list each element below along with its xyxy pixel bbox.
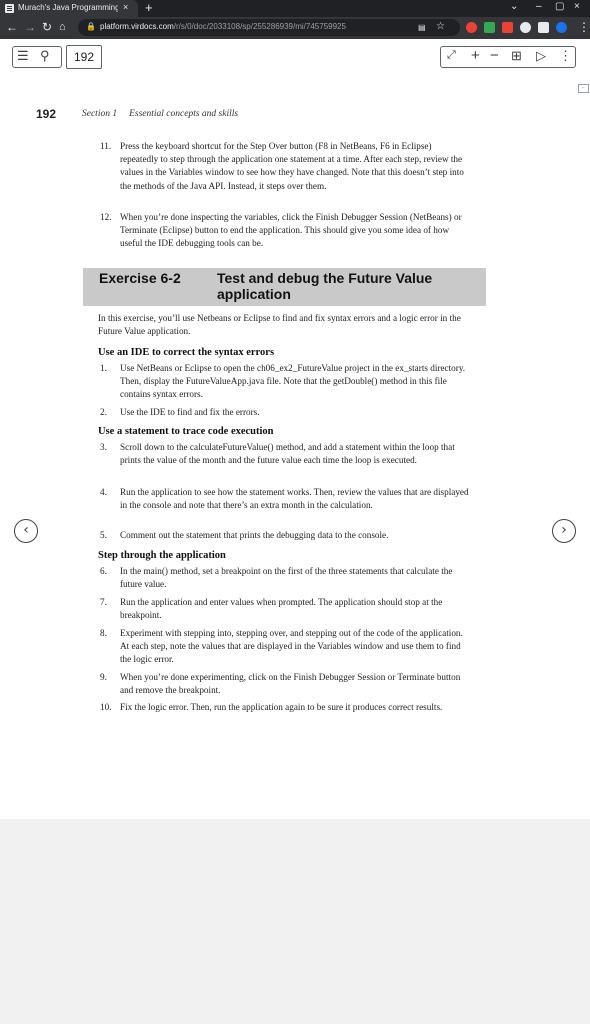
chrome-menu-icon[interactable]: ⋮ <box>578 20 590 34</box>
item-number: 2. <box>100 407 107 417</box>
subheading: Use an IDE to correct the syntax errors <box>98 347 275 358</box>
reader-right-group: ⤢ + − ⊞ ▷ ⋮ <box>440 46 576 68</box>
search-icon[interactable]: ⚲ <box>40 48 50 64</box>
page-corner-icon: ⌐ <box>578 84 589 93</box>
extension-square-icon[interactable] <box>502 22 513 33</box>
lock-icon: 🔒 <box>86 22 96 31</box>
book-icon <box>5 4 14 13</box>
extension-check-icon[interactable] <box>484 22 495 33</box>
item-number: 4. <box>100 487 107 497</box>
item-text: When you’re done experimenting, click on… <box>120 672 461 696</box>
address-bar[interactable]: 🔒 platform.virdocs.com/r/s/0/doc/2033108… <box>78 19 460 36</box>
item-text: Scroll down to the calculateFutureValue(… <box>120 442 455 466</box>
home-button[interactable]: ⌂ <box>59 21 66 33</box>
browser-tab[interactable]: Murach's Java Programming (6th × <box>0 0 138 17</box>
tab-title: Murach's Java Programming (6th <box>18 3 118 12</box>
item-number: 9. <box>100 672 107 682</box>
sidepanel-icon[interactable] <box>538 22 549 33</box>
forward-button[interactable]: → <box>24 20 36 34</box>
next-page-button[interactable]: › <box>552 519 576 543</box>
viewer-background <box>0 819 590 1024</box>
close-icon[interactable]: × <box>123 2 128 12</box>
page-number-input[interactable]: 192 <box>66 45 102 69</box>
running-header: Section 1 Essential concepts and skills <box>82 109 238 119</box>
subheading: Step through the application <box>98 550 226 561</box>
exercise-title: Test and debug the Future Value applicat… <box>217 270 433 302</box>
minimize-button[interactable]: – <box>536 1 542 12</box>
item-number: 7. <box>100 597 107 607</box>
play-icon[interactable]: ▷ <box>536 48 546 64</box>
item-number: 12. <box>100 212 112 222</box>
reader-left-group: ☰ ⚲ <box>12 46 62 68</box>
section-title: Essential concepts and skills <box>129 109 239 119</box>
url-text[interactable]: platform.virdocs.com/r/s/0/doc/2033108/s… <box>100 22 400 31</box>
item-text: When you’re done inspecting the variable… <box>120 212 462 249</box>
subheading: Use a statement to trace code execution <box>98 426 274 437</box>
extensions-puzzle-icon[interactable] <box>520 22 531 33</box>
bookmark-icon[interactable]: ⊞ <box>511 48 522 64</box>
reader-mode-icon[interactable]: ▤ <box>418 23 426 32</box>
exercise-heading: Exercise 6-2 Test and debug the Future V… <box>83 268 486 306</box>
item-text: Experiment with stepping into, stepping … <box>120 628 463 665</box>
item-number: 1. <box>100 363 107 373</box>
reader-toolbar: ☰ ⚲ 192 ⤢ + − ⊞ ▷ ⋮ <box>0 39 590 79</box>
item-text: Run the application and enter values whe… <box>120 597 443 621</box>
maximize-button[interactable]: ▢ <box>555 1 564 12</box>
page-number: 192 <box>36 107 57 121</box>
zoom-in-icon[interactable]: + <box>471 47 480 64</box>
item-text: Fix the logic error. Then, run the appli… <box>120 702 443 712</box>
item-text: Run the application to see how the state… <box>120 487 469 511</box>
more-icon[interactable]: ⋮ <box>559 48 572 64</box>
new-tab-button[interactable]: + <box>145 0 153 15</box>
exercise-label: Exercise 6-2 <box>99 270 181 286</box>
item-text: Use NetBeans or Eclipse to open the ch06… <box>120 363 466 400</box>
menu-icon[interactable]: ☰ <box>17 48 29 64</box>
item-text: Use the IDE to find and fix the errors. <box>120 407 260 417</box>
section-label: Section 1 <box>82 109 118 119</box>
profile-avatar[interactable] <box>556 22 567 33</box>
item-text: In the main() method, set a breakpoint o… <box>120 566 453 590</box>
item-number: 8. <box>100 628 107 638</box>
item-number: 6. <box>100 566 107 576</box>
item-text: Comment out the statement that prints th… <box>120 530 389 540</box>
extension-red-icon[interactable] <box>466 22 477 33</box>
exercise-intro: In this exercise, you’ll use Netbeans or… <box>98 313 461 337</box>
bookmark-star-icon[interactable]: ☆ <box>436 21 445 32</box>
tab-search-icon[interactable]: ⌄ <box>510 1 518 12</box>
back-button[interactable]: ← <box>6 20 18 34</box>
item-number: 11. <box>100 141 112 151</box>
browser-tabstrip: Murach's Java Programming (6th × + ⌄ – ▢… <box>0 0 590 17</box>
item-number: 10. <box>100 702 112 712</box>
previous-page-button[interactable]: ‹ <box>14 519 38 543</box>
zoom-out-icon[interactable]: − <box>490 47 499 64</box>
fullscreen-icon[interactable]: ⤢ <box>447 49 456 62</box>
reload-button[interactable]: ↻ <box>42 20 52 34</box>
browser-toolbar: ← → ↻ ⌂ 🔒 platform.virdocs.com/r/s/0/doc… <box>0 17 590 39</box>
item-number: 5. <box>100 530 107 540</box>
close-window-button[interactable]: × <box>574 1 580 12</box>
item-number: 3. <box>100 442 107 452</box>
item-text: Press the keyboard shortcut for the Step… <box>120 141 464 191</box>
